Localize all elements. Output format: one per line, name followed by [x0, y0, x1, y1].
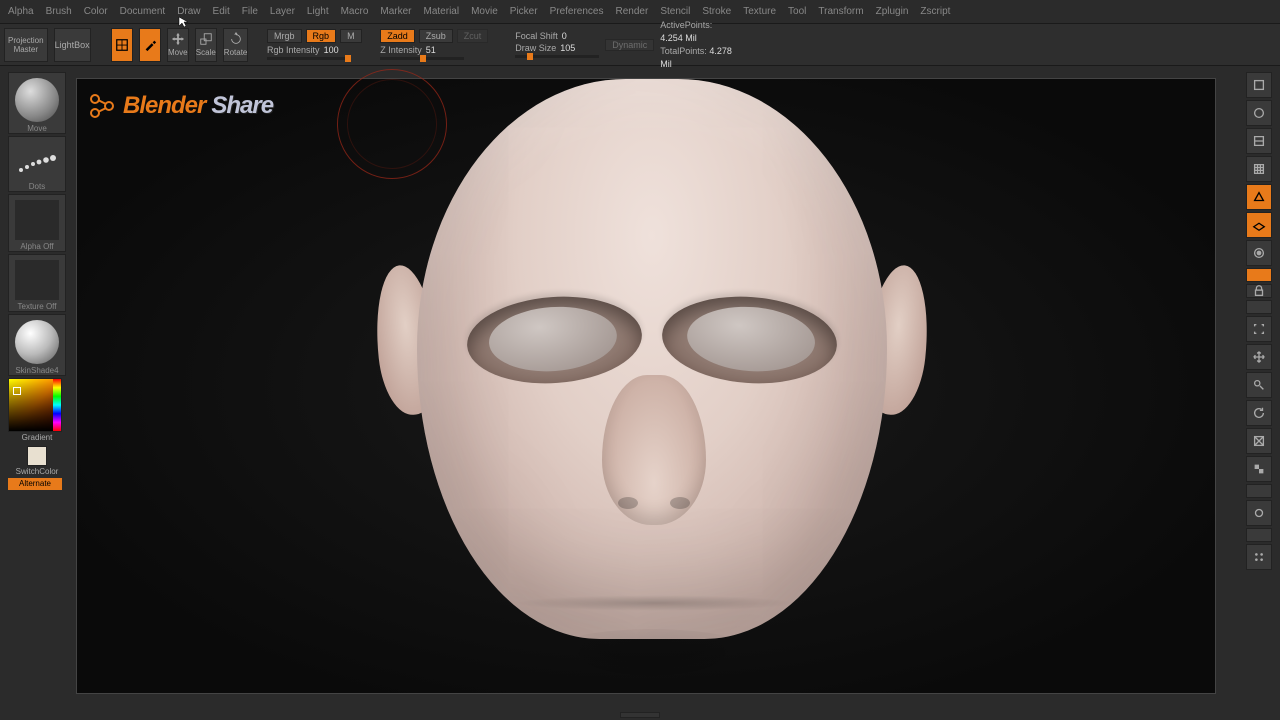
- projection-master-button[interactable]: ProjectionMaster: [4, 28, 48, 62]
- edit-icon: [115, 38, 129, 52]
- rotate-mode-button[interactable]: Rotate: [223, 28, 249, 62]
- transp-button[interactable]: [1246, 456, 1272, 482]
- lsym-button[interactable]: [1246, 268, 1272, 282]
- brush-selector[interactable]: Move: [8, 72, 66, 134]
- lightbox-button[interactable]: LightBox: [54, 28, 91, 62]
- gradient-label: Gradient: [8, 433, 66, 442]
- nav-rotate-button[interactable]: [1246, 400, 1272, 426]
- menu-file[interactable]: File: [242, 6, 258, 17]
- logo-icon: [87, 91, 117, 121]
- draw-mode-button[interactable]: [139, 28, 161, 62]
- switch-color-button[interactable]: SwitchColor: [8, 467, 66, 476]
- nav-move-button[interactable]: [1246, 344, 1272, 370]
- draw-icon: [143, 38, 157, 52]
- alternate-button[interactable]: Alternate: [8, 478, 62, 490]
- persp-button[interactable]: [1246, 184, 1272, 210]
- edit-mode-button[interactable]: [111, 28, 133, 62]
- focal-draw-group: Focal Shift 0 Draw Size 105: [515, 31, 599, 58]
- menu-color[interactable]: Color: [84, 6, 108, 17]
- menu-light[interactable]: Light: [307, 6, 329, 17]
- texture-selector[interactable]: Texture Off: [8, 254, 66, 312]
- grid-button[interactable]: [1246, 156, 1272, 182]
- lock-button[interactable]: [1246, 284, 1272, 298]
- polyf-button[interactable]: [1246, 428, 1272, 454]
- stroke-dots-icon: [15, 146, 59, 182]
- aahalf-button[interactable]: [1246, 128, 1272, 154]
- zsub-button[interactable]: Zsub: [419, 29, 453, 43]
- z-intensity-slider[interactable]: Z Intensity 51: [380, 45, 488, 60]
- menu-edit[interactable]: Edit: [213, 6, 230, 17]
- scale-icon: [199, 32, 213, 46]
- secondary-color-swatch[interactable]: [27, 446, 47, 466]
- menu-brush[interactable]: Brush: [46, 6, 72, 17]
- menu-bar: Alpha Brush Color Document Draw Edit Fil…: [0, 0, 1280, 24]
- solo-button[interactable]: [1246, 500, 1272, 526]
- hue-strip[interactable]: [53, 379, 61, 431]
- zadd-button[interactable]: Zadd: [380, 29, 415, 43]
- rgb-button[interactable]: Rgb: [306, 29, 337, 43]
- color-picker[interactable]: Gradient SwitchColor Alternate: [8, 378, 66, 490]
- brush-preview-icon: [15, 78, 59, 122]
- menu-zplugin[interactable]: Zplugin: [876, 6, 909, 17]
- actual-button[interactable]: [1246, 100, 1272, 126]
- watermark-logo: BlenderShare: [87, 91, 273, 121]
- menu-texture[interactable]: Texture: [743, 6, 776, 17]
- menu-document[interactable]: Document: [120, 6, 166, 17]
- spix-button[interactable]: [1246, 72, 1272, 98]
- sculpt-head-mesh: [357, 75, 947, 703]
- menu-picker[interactable]: Picker: [510, 6, 538, 17]
- focal-shift-slider[interactable]: Focal Shift 0: [515, 31, 599, 41]
- scale-mode-button[interactable]: Scale: [195, 28, 217, 62]
- rotate-icon: [229, 32, 243, 46]
- menu-material[interactable]: Material: [424, 6, 460, 17]
- m-button[interactable]: M: [340, 29, 362, 43]
- z-group: Zadd Zsub Zcut Z Intensity 51: [380, 29, 488, 60]
- menu-render[interactable]: Render: [616, 6, 649, 17]
- point-stats: ActivePoints: 4.254 Mil TotalPoints: 4.2…: [660, 19, 736, 71]
- bottom-tray-handle[interactable]: [620, 712, 660, 718]
- frame-button[interactable]: [1246, 316, 1272, 342]
- move-icon: [171, 32, 185, 46]
- zcut-button[interactable]: Zcut: [457, 29, 489, 43]
- right-palette: [1246, 72, 1274, 570]
- ghost-button[interactable]: [1246, 484, 1272, 498]
- mrgb-button[interactable]: Mrgb: [267, 29, 302, 43]
- top-toolbar: ProjectionMaster LightBox Move Scale Rot…: [0, 24, 1280, 66]
- stroke-selector[interactable]: Dots: [8, 136, 66, 192]
- draw-size-slider[interactable]: Draw Size 105: [515, 43, 599, 58]
- viewport-canvas[interactable]: BlenderShare: [76, 78, 1216, 694]
- xpose-button[interactable]: [1246, 300, 1272, 314]
- nav-scale-button[interactable]: [1246, 372, 1272, 398]
- all-button[interactable]: [1246, 544, 1272, 570]
- menu-stencil[interactable]: Stencil: [660, 6, 690, 17]
- menu-transform[interactable]: Transform: [818, 6, 863, 17]
- rgb-intensity-slider[interactable]: Rgb Intensity 100: [267, 45, 362, 60]
- local-button[interactable]: [1246, 240, 1272, 266]
- dynamic-button[interactable]: Dynamic: [605, 39, 654, 51]
- xyz-button[interactable]: [1246, 528, 1272, 542]
- move-mode-button[interactable]: Move: [167, 28, 189, 62]
- rgb-group: Mrgb Rgb M Rgb Intensity 100: [267, 29, 362, 60]
- material-selector[interactable]: SkinShade4: [8, 314, 66, 376]
- menu-marker[interactable]: Marker: [380, 6, 411, 17]
- alpha-selector[interactable]: Alpha Off: [8, 194, 66, 252]
- left-palette: Move Dots Alpha Off Texture Off SkinShad…: [8, 72, 66, 490]
- menu-alpha[interactable]: Alpha: [8, 6, 34, 17]
- menu-layer[interactable]: Layer: [270, 6, 295, 17]
- menu-macro[interactable]: Macro: [341, 6, 369, 17]
- menu-preferences[interactable]: Preferences: [550, 6, 604, 17]
- floor-button[interactable]: [1246, 212, 1272, 238]
- menu-zscript[interactable]: Zscript: [920, 6, 950, 17]
- color-gradient-icon[interactable]: [8, 378, 62, 432]
- menu-movie[interactable]: Movie: [471, 6, 498, 17]
- menu-draw[interactable]: Draw: [177, 6, 200, 17]
- menu-stroke[interactable]: Stroke: [702, 6, 731, 17]
- menu-tool[interactable]: Tool: [788, 6, 806, 17]
- material-preview-icon: [15, 320, 59, 364]
